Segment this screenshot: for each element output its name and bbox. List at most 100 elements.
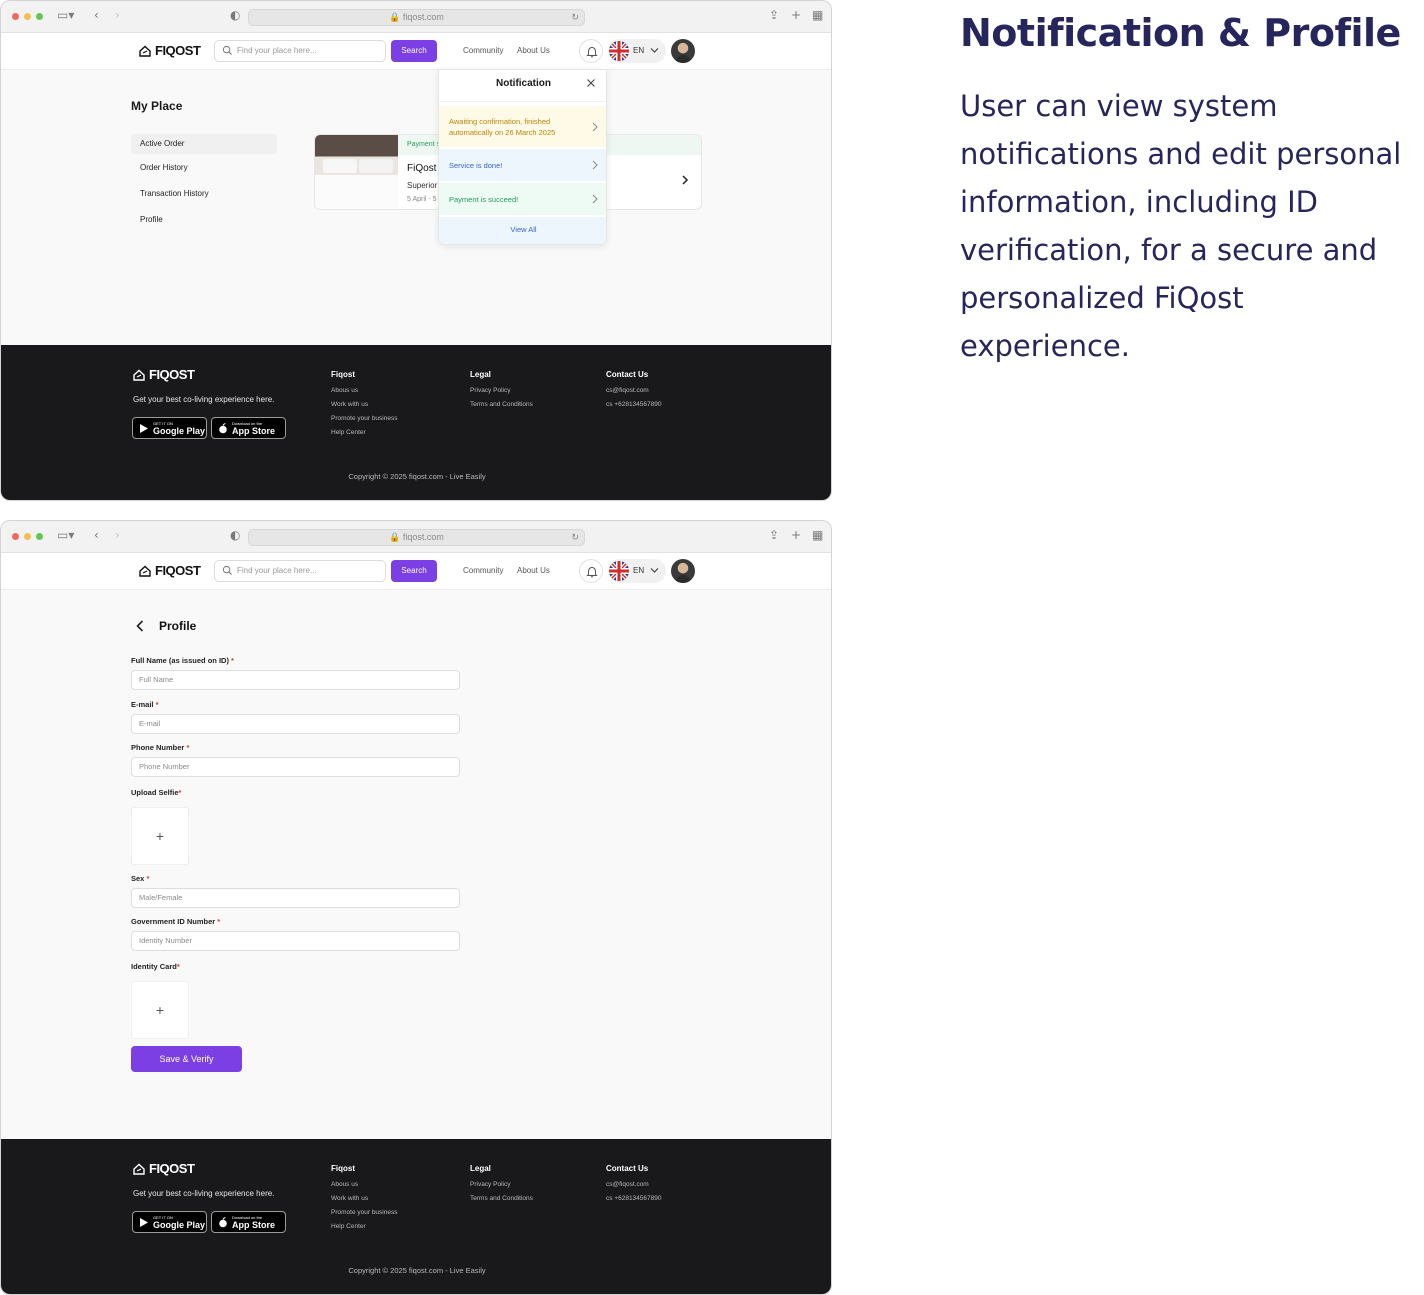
nav-link-about-us[interactable]: About Us: [517, 46, 550, 55]
email-input[interactable]: E-mail: [131, 714, 460, 734]
menu-item-profile[interactable]: Profile: [131, 210, 277, 230]
profile-title: Profile: [159, 619, 197, 633]
reload-icon[interactable]: ↻: [571, 10, 579, 25]
site-footer: FIQOST Get your best co-living experienc…: [1, 1139, 831, 1294]
description-body: User can view system notifications and e…: [960, 89, 1402, 363]
footer-link[interactable]: Promote your business: [331, 1206, 397, 1220]
footer-link[interactable]: Privacy Policy: [470, 1178, 533, 1192]
menu-item-transaction-history[interactable]: Transaction History: [131, 184, 277, 204]
footer-logo[interactable]: FIQOST: [133, 367, 195, 382]
shield-icon[interactable]: ◐: [230, 528, 240, 542]
search-input[interactable]: Find your place here...: [214, 40, 386, 62]
notification-item[interactable]: Awaiting confirmation, finished automati…: [439, 106, 606, 147]
sidebar-icon[interactable]: ▭▾: [57, 8, 74, 22]
chevron-right-icon: [592, 160, 598, 170]
user-avatar[interactable]: [671, 39, 695, 63]
footer-link[interactable]: Abous us: [331, 384, 397, 398]
footer-link[interactable]: Help Center: [331, 426, 397, 440]
user-avatar[interactable]: [671, 559, 695, 583]
footer-link[interactable]: Terms and Conditions: [470, 1192, 533, 1206]
new-tab-icon[interactable]: +: [791, 528, 801, 542]
footer-link[interactable]: cs@fiqost.com: [606, 384, 661, 398]
plus-icon: +: [155, 1002, 165, 1018]
footer-link[interactable]: Work with us: [331, 1192, 397, 1206]
footer-link[interactable]: cs +628134567890: [606, 398, 661, 412]
app-store-badge[interactable]: Download on the App Store: [211, 417, 286, 439]
full-name-label: Full Name (as issued on ID) *: [131, 656, 234, 665]
tab-overview-icon[interactable]: ▦: [812, 8, 823, 22]
chevron-right-icon[interactable]: [681, 175, 689, 185]
notification-text: Service is done!: [449, 160, 503, 170]
chevron-left-icon[interactable]: [135, 620, 145, 632]
selfie-label: Upload Selfie*: [131, 788, 181, 797]
footer-link[interactable]: Abous us: [331, 1178, 397, 1192]
upload-selfie-button[interactable]: +: [131, 807, 189, 865]
app-store-badge[interactable]: Download on the App Store: [211, 1211, 286, 1233]
notification-bell-button[interactable]: [579, 559, 603, 583]
required-mark: *: [186, 743, 190, 752]
tab-overview-icon[interactable]: ▦: [812, 528, 823, 542]
menu-item-active-order[interactable]: Active Order: [131, 134, 277, 154]
search-button[interactable]: Search: [391, 40, 437, 62]
new-tab-icon[interactable]: +: [791, 8, 801, 22]
close-window-button[interactable]: [12, 13, 19, 20]
search-input[interactable]: Find your place here...: [214, 560, 386, 582]
apple-icon: [219, 1216, 227, 1227]
search-icon: [222, 45, 232, 55]
back-nav-icon[interactable]: ‹: [94, 8, 99, 22]
google-play-badge[interactable]: GET IT ON Google Play: [132, 417, 207, 439]
language-selector[interactable]: EN: [608, 559, 666, 583]
footer-link[interactable]: Terms and Conditions: [470, 398, 533, 412]
reload-icon[interactable]: ↻: [571, 530, 579, 545]
share-icon[interactable]: ⇪: [769, 8, 779, 22]
footer-logo[interactable]: FIQOST: [133, 1161, 195, 1176]
footer-link[interactable]: Work with us: [331, 398, 397, 412]
nav-link-community[interactable]: Community: [463, 566, 503, 575]
description-title: Notification & Profile: [960, 11, 1401, 55]
maximize-window-button[interactable]: [36, 533, 43, 540]
gov-id-input[interactable]: Identity Number: [131, 931, 460, 951]
minimize-window-button[interactable]: [24, 533, 31, 540]
minimize-window-button[interactable]: [24, 13, 31, 20]
view-all-notifications-link[interactable]: View All: [439, 217, 606, 244]
my-place-title: My Place: [131, 99, 183, 113]
upload-id-card-button[interactable]: +: [131, 981, 189, 1039]
footer-link[interactable]: Promote your business: [331, 412, 397, 426]
address-bar[interactable]: 🔒 fiqost.com ↻: [248, 9, 585, 26]
notification-text: Awaiting confirmation, finished automati…: [449, 116, 556, 137]
share-icon[interactable]: ⇪: [769, 528, 779, 542]
browser-window-notification: ▭▾ ‹ › ◐ 🔒 fiqost.com ↻ ⇪ + ▦ FIQOST Find…: [0, 0, 832, 501]
sex-input[interactable]: Male/Female: [131, 888, 460, 908]
site-logo[interactable]: FIQOST: [139, 563, 201, 578]
forward-nav-icon[interactable]: ›: [115, 528, 120, 542]
order-date: 5 April - 5: [407, 196, 437, 203]
footer-link[interactable]: cs +628134567890: [606, 1192, 661, 1206]
footer-link[interactable]: Help Center: [331, 1220, 397, 1234]
close-window-button[interactable]: [12, 533, 19, 540]
google-play-badge[interactable]: GET IT ON Google Play: [132, 1211, 207, 1233]
close-icon[interactable]: [586, 78, 596, 88]
uk-flag-icon: [609, 561, 629, 581]
back-nav-icon[interactable]: ‹: [94, 528, 99, 542]
notification-bell-button[interactable]: [579, 39, 603, 63]
maximize-window-button[interactable]: [36, 13, 43, 20]
phone-input[interactable]: Phone Number: [131, 757, 460, 777]
search-button[interactable]: Search: [391, 560, 437, 582]
notification-item[interactable]: Service is done!: [439, 149, 606, 181]
site-logo[interactable]: FIQOST: [139, 43, 201, 58]
shield-icon[interactable]: ◐: [230, 8, 240, 22]
save-verify-button[interactable]: Save & Verify: [131, 1046, 242, 1072]
footer-link[interactable]: cs@fiqost.com: [606, 1178, 661, 1192]
footer-link[interactable]: Privacy Policy: [470, 384, 533, 398]
footer-tagline: Get your best co-living experience here.: [133, 1189, 275, 1198]
id-card-label: Identity Card*: [131, 962, 180, 971]
language-selector[interactable]: EN: [608, 39, 666, 63]
nav-link-community[interactable]: Community: [463, 46, 503, 55]
forward-nav-icon[interactable]: ›: [115, 8, 120, 22]
full-name-input[interactable]: Full Name: [131, 670, 460, 690]
menu-item-order-history[interactable]: Order History: [131, 158, 277, 178]
nav-link-about-us[interactable]: About Us: [517, 566, 550, 575]
sidebar-icon[interactable]: ▭▾: [57, 528, 74, 542]
address-bar[interactable]: 🔒 fiqost.com ↻: [248, 529, 585, 546]
notification-item[interactable]: Payment is succeed!: [439, 183, 606, 215]
